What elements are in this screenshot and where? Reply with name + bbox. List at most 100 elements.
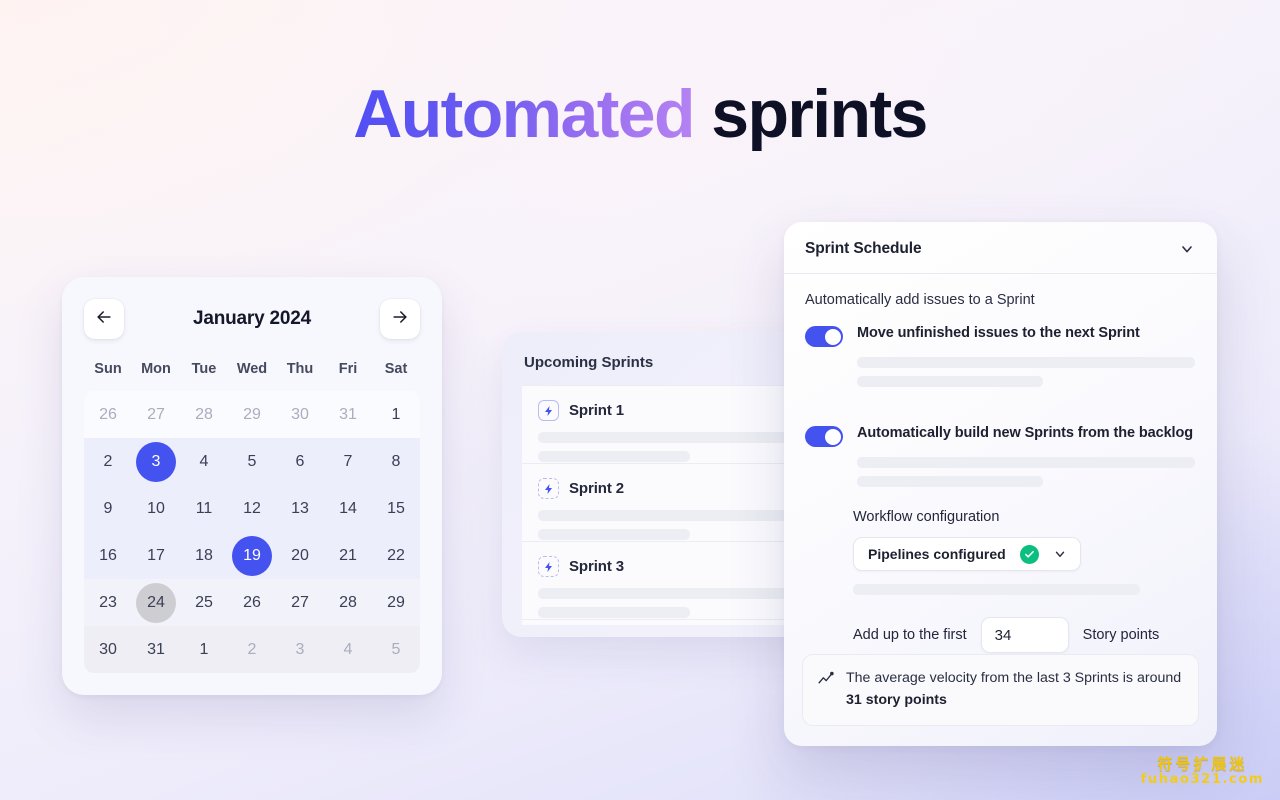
- calendar-day-28[interactable]: 28: [180, 391, 228, 438]
- calendar-day-label: 3: [136, 441, 176, 482]
- calendar-day-label: 23: [99, 593, 117, 611]
- toggle-label: Automatically build new Sprints from the…: [857, 425, 1193, 441]
- trend-line-icon: [817, 670, 834, 687]
- story-points-prefix-label: Add up to the first: [853, 627, 967, 643]
- calendar-day-6[interactable]: 6: [276, 438, 324, 485]
- calendar-day-4[interactable]: 4: [180, 438, 228, 485]
- calendar-day-label: 11: [195, 499, 213, 517]
- calendar-week-row: 16 17 18 19 20 21 22: [84, 532, 420, 579]
- calendar-day-10[interactable]: 10: [132, 485, 180, 532]
- calendar-day-label: 10: [147, 499, 165, 517]
- calendar-day-28[interactable]: 28: [324, 579, 372, 626]
- calendar-day-31[interactable]: 31: [132, 626, 180, 673]
- calendar-day-17[interactable]: 17: [132, 532, 180, 579]
- calendar-day-30[interactable]: 30: [84, 626, 132, 673]
- calendar-day-16[interactable]: 16: [84, 532, 132, 579]
- calendar-month-title: January 2024: [192, 308, 312, 329]
- skeleton-bar: [538, 588, 814, 599]
- calendar-day-14[interactable]: 14: [324, 485, 372, 532]
- calendar-day-30[interactable]: 30: [276, 391, 324, 438]
- weekday-label: Mon: [141, 361, 171, 377]
- arrow-left-icon: [94, 307, 114, 332]
- calendar-day-29[interactable]: 29: [372, 579, 420, 626]
- calendar-day-20[interactable]: 20: [276, 532, 324, 579]
- skeleton-bar: [538, 529, 690, 540]
- calendar-day-8[interactable]: 8: [372, 438, 420, 485]
- skeleton-bar: [538, 607, 690, 618]
- toggle-knob: [824, 428, 841, 445]
- skeleton-bar: [538, 432, 814, 443]
- page-title-rest: sprints: [693, 76, 928, 152]
- calendar-day-19[interactable]: 19: [228, 532, 276, 579]
- lightning-bolt-icon: [538, 400, 559, 421]
- weekday-label: Wed: [236, 361, 268, 377]
- calendar-day-label: 24: [136, 582, 176, 623]
- upcoming-sprints-card: Upcoming Sprints Sprint 1 Sprint 2 Sprint …: [502, 332, 832, 637]
- calendar-day-12[interactable]: 12: [228, 485, 276, 532]
- calendar-day-5[interactable]: 5: [372, 626, 420, 673]
- calendar-day-label: 25: [195, 593, 213, 611]
- check-circle-icon: [1019, 544, 1039, 564]
- sprint-schedule-body: Automatically add issues to a Sprint Mov…: [784, 274, 1217, 680]
- calendar-day-25[interactable]: 25: [180, 579, 228, 626]
- calendar-day-11[interactable]: 11: [180, 485, 228, 532]
- sprint-schedule-header[interactable]: Sprint Schedule: [784, 222, 1217, 274]
- calendar-day-3[interactable]: 3: [132, 438, 180, 485]
- weekday-label: Sat: [384, 361, 408, 377]
- calendar-day-24[interactable]: 24: [132, 579, 180, 626]
- page-title-accent: Automated: [353, 76, 695, 152]
- calendar-day-7[interactable]: 7: [324, 438, 372, 485]
- calendar-day-18[interactable]: 18: [180, 532, 228, 579]
- calendar-day-1[interactable]: 1: [372, 391, 420, 438]
- calendar-day-9[interactable]: 9: [84, 485, 132, 532]
- calendar-next-button[interactable]: [380, 299, 420, 339]
- calendar-day-label: 1: [391, 405, 401, 423]
- calendar-week-row: 2 3 4 5 6 7 8: [84, 438, 420, 485]
- calendar-week-row: 26 27 28 29 30 31 1: [84, 391, 420, 438]
- calendar-day-1[interactable]: 1: [180, 626, 228, 673]
- calendar-day-3[interactable]: 3: [276, 626, 324, 673]
- calendar-day-15[interactable]: 15: [372, 485, 420, 532]
- calendar-day-29[interactable]: 29: [228, 391, 276, 438]
- calendar-day-27[interactable]: 27: [276, 579, 324, 626]
- calendar-day-label: 29: [243, 405, 261, 423]
- workflow-select-value: Pipelines configured: [868, 546, 1006, 562]
- calendar-day-label: 27: [147, 405, 165, 423]
- skeleton-bar: [857, 476, 1043, 487]
- calendar-day-13[interactable]: 13: [276, 485, 324, 532]
- calendar-week-row: 30 31 1 2 3 4 5: [84, 626, 420, 673]
- story-points-suffix-label: Story points: [1082, 627, 1160, 643]
- calendar-day-label: 29: [387, 593, 405, 611]
- calendar-day-label: 3: [295, 640, 305, 658]
- toggle-row-auto-build: Automatically build new Sprints from the…: [805, 425, 1195, 447]
- calendar-day-2[interactable]: 2: [84, 438, 132, 485]
- calendar-day-22[interactable]: 22: [372, 532, 420, 579]
- toggle-auto-build-sprints[interactable]: [805, 426, 843, 447]
- calendar-day-26[interactable]: 26: [84, 391, 132, 438]
- sprint-schedule-title: Sprint Schedule: [805, 240, 922, 257]
- chevron-down-icon[interactable]: [1179, 241, 1195, 257]
- calendar-day-label: 13: [291, 499, 309, 517]
- toggle-move-unfinished[interactable]: [805, 326, 843, 347]
- calendar-day-label: 18: [195, 546, 213, 564]
- calendar-week-row: 9 10 11 12 13 14 15: [84, 485, 420, 532]
- toggle-row-move-unfinished: Move unfinished issues to the next Sprin…: [805, 325, 1195, 347]
- calendar-day-23[interactable]: 23: [84, 579, 132, 626]
- section-label: Automatically add issues to a Sprint: [805, 292, 1035, 308]
- calendar-day-26[interactable]: 26: [228, 579, 276, 626]
- calendar-day-21[interactable]: 21: [324, 532, 372, 579]
- workflow-select[interactable]: Pipelines configured: [853, 537, 1081, 571]
- velocity-note: The average velocity from the last 3 Spr…: [802, 654, 1199, 726]
- calendar-day-4[interactable]: 4: [324, 626, 372, 673]
- story-points-input[interactable]: 34: [980, 617, 1069, 653]
- calendar-day-label: 6: [295, 452, 305, 470]
- calendar-prev-button[interactable]: [84, 299, 124, 339]
- calendar-day-5[interactable]: 5: [228, 438, 276, 485]
- calendar-day-2[interactable]: 2: [228, 626, 276, 673]
- calendar-day-31[interactable]: 31: [324, 391, 372, 438]
- skeleton-bar: [857, 376, 1043, 387]
- weekday-label: Thu: [286, 361, 314, 377]
- calendar-day-label: 22: [387, 546, 405, 564]
- velocity-note-part1: The average velocity from the last 3 Spr…: [846, 670, 1182, 687]
- calendar-day-27[interactable]: 27: [132, 391, 180, 438]
